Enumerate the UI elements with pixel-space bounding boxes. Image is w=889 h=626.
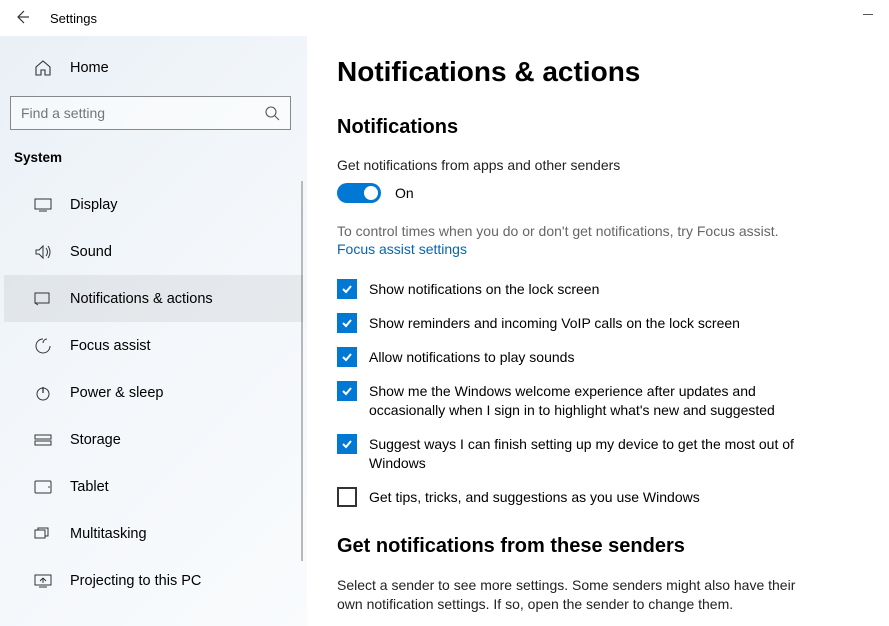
checkbox-row: Show reminders and incoming VoIP calls o… (337, 313, 797, 333)
focus-assist-settings-link[interactable]: Focus assist settings (337, 241, 467, 257)
checkbox-label: Show notifications on the lock screen (369, 279, 599, 299)
checkbox-row: Suggest ways I can finish setting up my … (337, 434, 797, 473)
checkbox-label: Show me the Windows welcome experience a… (369, 381, 797, 420)
checkbox-label: Show reminders and incoming VoIP calls o… (369, 313, 740, 333)
sidebar-item-label: Notifications & actions (70, 291, 213, 307)
checkbox-label: Allow notifications to play sounds (369, 347, 574, 367)
sidebar-item-label: Display (70, 197, 118, 213)
checkbox[interactable] (337, 313, 357, 333)
sidebar-item-label: Tablet (70, 479, 109, 495)
notifications-icon (34, 292, 52, 306)
sound-icon (34, 244, 52, 260)
checkbox[interactable] (337, 347, 357, 367)
sidebar-item-label: Sound (70, 244, 112, 260)
senders-description: Select a sender to see more settings. So… (337, 576, 797, 615)
tablet-icon (34, 480, 52, 494)
focus-assist-icon (34, 337, 52, 355)
sidebar: Home System Display Sound Not (0, 36, 307, 626)
checkbox-row: Show me the Windows welcome experience a… (337, 381, 797, 420)
sidebar-item-tablet[interactable]: Tablet (4, 463, 303, 510)
minimize-button[interactable] (863, 14, 873, 15)
checkbox-row: Get tips, tricks, and suggestions as you… (337, 487, 797, 507)
checkbox-label: Get tips, tricks, and suggestions as you… (369, 487, 700, 507)
search-box[interactable] (10, 96, 291, 130)
checkbox-label: Suggest ways I can finish setting up my … (369, 434, 797, 473)
section-senders-title: Get notifications from these senders (337, 535, 859, 558)
checkbox[interactable] (337, 381, 357, 401)
sidebar-item-storage[interactable]: Storage (4, 416, 303, 463)
checkbox[interactable] (337, 434, 357, 454)
notifications-toggle[interactable] (337, 183, 381, 203)
get-notifications-label: Get notifications from apps and other se… (337, 157, 859, 173)
sidebar-item-label: Storage (70, 432, 121, 448)
sidebar-item-power[interactable]: Power & sleep (4, 369, 303, 416)
sidebar-item-display[interactable]: Display (4, 181, 303, 228)
checkbox[interactable] (337, 279, 357, 299)
sidebar-item-label: Power & sleep (70, 385, 164, 401)
checkbox[interactable] (337, 487, 357, 507)
content-area: Notifications & actions Notifications Ge… (307, 36, 889, 626)
sidebar-item-multitasking[interactable]: Multitasking (4, 510, 303, 557)
category-label: System (4, 142, 303, 181)
display-icon (34, 198, 52, 212)
nav-list: Display Sound Notifications & actions Fo… (4, 181, 303, 626)
titlebar: Settings (0, 0, 889, 36)
sidebar-item-label: Projecting to this PC (70, 573, 201, 589)
sidebar-item-notifications[interactable]: Notifications & actions (4, 275, 303, 322)
sidebar-item-focus-assist[interactable]: Focus assist (4, 322, 303, 369)
storage-icon (34, 434, 52, 446)
home-label: Home (70, 60, 109, 76)
home-link[interactable]: Home (4, 48, 303, 88)
sidebar-item-label: Focus assist (70, 338, 151, 354)
toggle-state-label: On (395, 185, 414, 201)
home-icon (34, 59, 52, 77)
scrollbar[interactable] (301, 181, 303, 561)
projecting-icon (34, 574, 52, 588)
window-title: Settings (50, 11, 97, 26)
sidebar-item-sound[interactable]: Sound (4, 228, 303, 275)
checkbox-row: Allow notifications to play sounds (337, 347, 797, 367)
page-title: Notifications & actions (337, 56, 859, 88)
focus-assist-help-text: To control times when you do or don't ge… (337, 223, 797, 239)
sidebar-item-label: Multitasking (70, 526, 147, 542)
search-input[interactable] (11, 97, 290, 129)
sidebar-item-projecting[interactable]: Projecting to this PC (4, 557, 303, 604)
checkbox-row: Show notifications on the lock screen (337, 279, 797, 299)
multitasking-icon (34, 527, 52, 541)
section-notifications-title: Notifications (337, 116, 859, 139)
search-icon (264, 105, 280, 124)
back-button[interactable] (14, 9, 30, 28)
power-icon (34, 385, 52, 401)
